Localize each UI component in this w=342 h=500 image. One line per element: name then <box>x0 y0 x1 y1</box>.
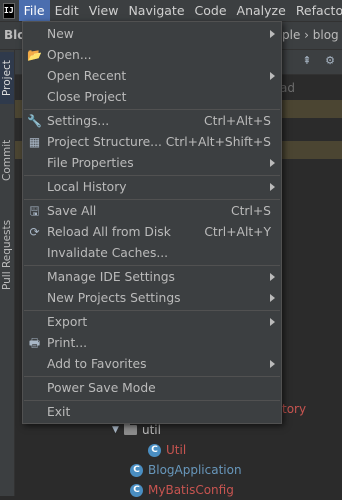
menu-item-label: Save All <box>47 204 97 218</box>
menu-code[interactable]: Code <box>190 0 232 21</box>
menu-item-settings[interactable]: 🔧 Settings... Ctrl+Alt+S <box>23 111 281 132</box>
folder-open-icon: 📂 <box>27 48 42 62</box>
menu-item-power-save-mode[interactable]: Power Save Mode <box>23 378 281 399</box>
submenu-arrow-icon <box>270 318 275 326</box>
tree-label: MyBatisConfig <box>148 483 234 497</box>
menu-item-shortcut: Ctrl+Alt+S <box>204 114 271 128</box>
tree-row-blogapplication[interactable]: C BlogApplication <box>130 460 242 480</box>
menu-item-exit[interactable]: Exit <box>23 402 281 423</box>
menu-item-save-all[interactable]: 🖫 Save All Ctrl+S <box>23 201 281 222</box>
chevron-down-icon[interactable]: ▼ <box>112 425 124 435</box>
menu-item-reload-all[interactable]: ⟳ Reload All from Disk Ctrl+Alt+Y <box>23 222 281 243</box>
menu-item-label: Close Project <box>47 90 127 104</box>
submenu-arrow-icon <box>270 72 275 80</box>
submenu-arrow-icon <box>270 30 275 38</box>
menu-item-invalidate-caches[interactable]: Invalidate Caches... <box>23 243 281 264</box>
menu-item-label: New <box>47 27 74 41</box>
tree-row-mybatisconfig[interactable]: C MyBatisConfig <box>130 480 234 500</box>
file-menu-dropdown: New 📂 Open... Open Recent Close Project … <box>22 21 282 424</box>
tool-tab-commit[interactable]: Commit <box>0 130 14 190</box>
collapse-all-icon[interactable]: ⇞ <box>301 55 313 67</box>
menu-separator <box>24 376 280 377</box>
menu-item-shortcut: Ctrl+Alt+Shift+S <box>165 135 271 149</box>
submenu-arrow-icon <box>270 294 275 302</box>
menu-item-file-properties[interactable]: File Properties <box>23 153 281 174</box>
menu-item-open[interactable]: 📂 Open... <box>23 45 281 66</box>
menu-item-label: Project Structure... <box>47 135 162 149</box>
menu-item-label: Settings... <box>47 114 110 128</box>
menu-item-label: File Properties <box>47 156 134 170</box>
menu-item-label: Power Save Mode <box>47 381 156 395</box>
menu-item-print[interactable]: 🖶 Print... <box>23 333 281 354</box>
reload-icon: ⟳ <box>29 225 40 239</box>
menu-item-open-recent[interactable]: Open Recent <box>23 66 281 87</box>
submenu-arrow-icon <box>270 360 275 368</box>
tree-text-fragment: tory <box>282 402 307 416</box>
project-structure-icon: ▦ <box>28 135 41 149</box>
breadcrumb-path[interactable]: ple › blog <box>282 28 339 42</box>
wrench-icon: 🔧 <box>27 114 42 128</box>
class-icon: C <box>130 483 143 497</box>
menu-separator <box>24 400 280 401</box>
menu-item-label: Open... <box>47 48 92 62</box>
menu-navigate[interactable]: Navigate <box>123 0 189 21</box>
menu-file[interactable]: File <box>18 0 50 21</box>
menu-item-label: Exit <box>47 405 71 419</box>
menu-item-shortcut: Ctrl+Alt+Y <box>204 225 271 239</box>
menu-item-label: Add to Favorites <box>47 357 147 371</box>
menu-separator <box>24 109 280 110</box>
tool-tab-project[interactable]: Project <box>0 52 14 104</box>
menu-item-export[interactable]: Export <box>23 312 281 333</box>
menu-separator <box>24 310 280 311</box>
menubar: IJ File Edit View Navigate Code Analyze … <box>0 0 342 22</box>
menu-item-new-projects-settings[interactable]: New Projects Settings <box>23 288 281 309</box>
menu-item-label: Export <box>47 315 88 329</box>
menu-item-add-to-favorites[interactable]: Add to Favorites <box>23 354 281 375</box>
submenu-arrow-icon <box>270 183 275 191</box>
menu-item-local-history[interactable]: Local History <box>23 177 281 198</box>
menu-item-close-project[interactable]: Close Project <box>23 87 281 108</box>
menu-refactor[interactable]: Refactor <box>291 0 342 21</box>
folder-icon <box>124 423 137 435</box>
tree-row-util-class[interactable]: C Util <box>148 440 186 460</box>
save-icon: 🖫 <box>29 204 40 218</box>
menu-item-label: Invalidate Caches... <box>47 246 169 260</box>
menu-item-manage-ide-settings[interactable]: Manage IDE Settings <box>23 267 281 288</box>
menu-item-new[interactable]: New <box>23 24 281 45</box>
menu-item-shortcut: Ctrl+S <box>231 204 271 218</box>
menu-separator <box>24 199 280 200</box>
class-icon: C <box>130 463 143 477</box>
class-icon: C <box>148 443 161 457</box>
intellij-logo-icon: IJ <box>3 2 15 19</box>
tree-label: Util <box>166 443 187 457</box>
menu-item-label: Reload All from Disk <box>47 225 171 239</box>
printer-icon: 🖶 <box>28 336 41 350</box>
menu-analyze[interactable]: Analyze <box>232 0 291 21</box>
tree-label: BlogApplication <box>148 463 242 477</box>
menu-separator <box>24 175 280 176</box>
tree-text-fragment: ad <box>280 81 295 95</box>
menu-item-label: Print... <box>47 336 88 350</box>
menu-item-label: New Projects Settings <box>47 291 181 305</box>
menu-edit[interactable]: Edit <box>50 0 84 21</box>
tree-label: util <box>142 423 161 437</box>
menu-view[interactable]: View <box>84 0 124 21</box>
submenu-arrow-icon <box>270 159 275 167</box>
menu-item-label: Local History <box>47 180 127 194</box>
menu-item-label: Open Recent <box>47 69 127 83</box>
menu-item-label: Manage IDE Settings <box>47 270 175 284</box>
menu-separator <box>24 265 280 266</box>
submenu-arrow-icon <box>270 273 275 281</box>
tool-tab-pull-requests[interactable]: Pull Requests <box>0 210 14 300</box>
menu-item-project-structure[interactable]: ▦ Project Structure... Ctrl+Alt+Shift+S <box>23 132 281 153</box>
gear-icon[interactable]: ⚙ <box>324 55 336 67</box>
